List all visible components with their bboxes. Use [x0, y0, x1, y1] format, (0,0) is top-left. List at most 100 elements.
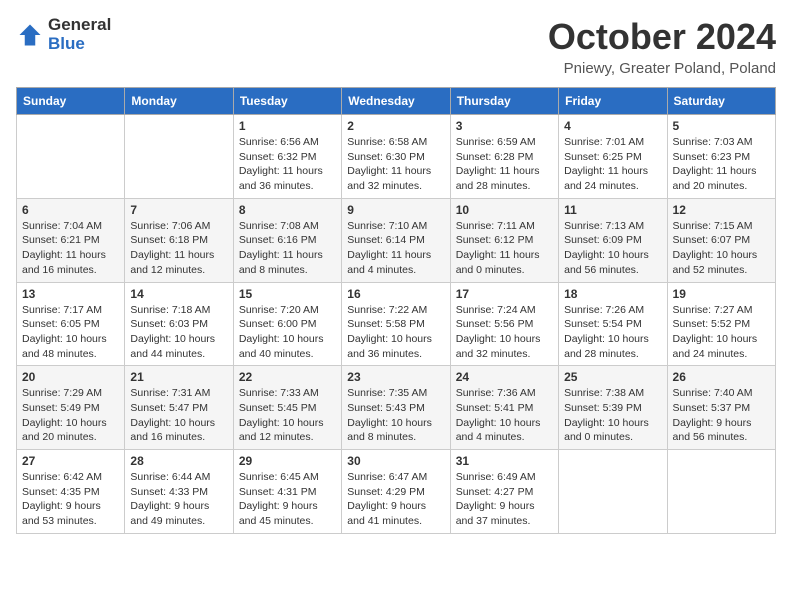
day-detail: Sunrise: 7:11 AM Sunset: 6:12 PM Dayligh…: [456, 219, 553, 278]
calendar-cell: 22 Sunrise: 7:33 AM Sunset: 5:45 PM Dayli…: [233, 366, 341, 450]
calendar-cell: 2 Sunrise: 6:58 AM Sunset: 6:30 PM Daylig…: [342, 115, 450, 199]
calendar-cell: 3 Sunrise: 6:59 AM Sunset: 6:28 PM Daylig…: [450, 115, 558, 199]
day-detail: Sunrise: 7:01 AM Sunset: 6:25 PM Dayligh…: [564, 135, 661, 194]
day-detail: Sunrise: 7:15 AM Sunset: 6:07 PM Dayligh…: [673, 219, 770, 278]
calendar-cell: 6Sunrise: 7:04 AM Sunset: 6:21 PM Daylig…: [17, 198, 125, 282]
day-number: 15: [239, 287, 336, 301]
calendar-cell: 19Sunrise: 7:27 AM Sunset: 5:52 PM Dayli…: [667, 282, 775, 366]
day-detail: Sunrise: 7:40 AM Sunset: 5:37 PM Dayligh…: [673, 386, 770, 445]
day-number: 27: [22, 454, 119, 468]
calendar-cell: 12 Sunrise: 7:15 AM Sunset: 6:07 PM Dayli…: [667, 198, 775, 282]
calendar-cell: 8 Sunrise: 7:08 AM Sunset: 6:16 PM Daylig…: [233, 198, 341, 282]
calendar-cell: 18 Sunrise: 7:26 AM Sunset: 5:54 PM Dayli…: [559, 282, 667, 366]
calendar-cell: 23 Sunrise: 7:35 AM Sunset: 5:43 PM Dayli…: [342, 366, 450, 450]
day-number: 3: [456, 119, 553, 133]
calendar-table: SundayMondayTuesdayWednesdayThursdayFrid…: [16, 87, 776, 534]
weekday-header: Friday: [559, 88, 667, 115]
weekday-header: Thursday: [450, 88, 558, 115]
calendar-cell: 10 Sunrise: 7:11 AM Sunset: 6:12 PM Dayli…: [450, 198, 558, 282]
day-detail: Sunrise: 6:58 AM Sunset: 6:30 PM Dayligh…: [347, 135, 444, 194]
calendar-cell: 5 Sunrise: 7:03 AM Sunset: 6:23 PM Daylig…: [667, 115, 775, 199]
day-number: 14: [130, 287, 227, 301]
logo-icon: [16, 21, 44, 49]
page-header: General Blue October 2024 Pniewy, Greate…: [16, 16, 776, 77]
day-number: 31: [456, 454, 553, 468]
day-number: 10: [456, 203, 553, 217]
day-detail: Sunrise: 7:36 AM Sunset: 5:41 PM Dayligh…: [456, 386, 553, 445]
calendar-cell: 16 Sunrise: 7:22 AM Sunset: 5:58 PM Dayli…: [342, 282, 450, 366]
day-number: 5: [673, 119, 770, 133]
day-number: 7: [130, 203, 227, 217]
day-detail: Sunrise: 6:59 AM Sunset: 6:28 PM Dayligh…: [456, 135, 553, 194]
calendar-cell: 20 Sunrise: 7:29 AM Sunset: 5:49 PM Dayli…: [17, 366, 125, 450]
weekday-header: Tuesday: [233, 88, 341, 115]
calendar-cell: 13 Sunrise: 7:17 AM Sunset: 6:05 PM Dayli…: [17, 282, 125, 366]
logo-blue: Blue: [48, 35, 111, 54]
logo: General Blue: [16, 16, 111, 53]
day-number: 12: [673, 203, 770, 217]
day-number: 28: [130, 454, 227, 468]
calendar-cell: 30Sunrise: 6:47 AM Sunset: 4:29 PM Dayli…: [342, 450, 450, 534]
day-number: 11: [564, 203, 661, 217]
calendar-cell: 26Sunrise: 7:40 AM Sunset: 5:37 PM Dayli…: [667, 366, 775, 450]
day-detail: Sunrise: 7:31 AM Sunset: 5:47 PM Dayligh…: [130, 386, 227, 445]
calendar-cell: 11 Sunrise: 7:13 AM Sunset: 6:09 PM Dayli…: [559, 198, 667, 282]
day-detail: Sunrise: 7:20 AM Sunset: 6:00 PM Dayligh…: [239, 303, 336, 362]
calendar-cell: 27 Sunrise: 6:42 AM Sunset: 4:35 PM Dayli…: [17, 450, 125, 534]
calendar-cell: 7 Sunrise: 7:06 AM Sunset: 6:18 PM Daylig…: [125, 198, 233, 282]
day-number: 8: [239, 203, 336, 217]
day-number: 17: [456, 287, 553, 301]
calendar-cell: 31Sunrise: 6:49 AM Sunset: 4:27 PM Dayli…: [450, 450, 558, 534]
day-detail: Sunrise: 7:26 AM Sunset: 5:54 PM Dayligh…: [564, 303, 661, 362]
location: Pniewy, Greater Poland, Poland: [548, 60, 776, 77]
month-title: October 2024: [548, 16, 776, 58]
calendar-cell: [125, 115, 233, 199]
weekday-header: Wednesday: [342, 88, 450, 115]
calendar-cell: 17Sunrise: 7:24 AM Sunset: 5:56 PM Dayli…: [450, 282, 558, 366]
day-detail: Sunrise: 7:27 AM Sunset: 5:52 PM Dayligh…: [673, 303, 770, 362]
day-detail: Sunrise: 6:42 AM Sunset: 4:35 PM Dayligh…: [22, 470, 119, 529]
calendar-cell: [17, 115, 125, 199]
day-detail: Sunrise: 7:35 AM Sunset: 5:43 PM Dayligh…: [347, 386, 444, 445]
title-block: October 2024 Pniewy, Greater Poland, Pol…: [548, 16, 776, 77]
logo-general: General: [48, 16, 111, 35]
day-detail: Sunrise: 7:13 AM Sunset: 6:09 PM Dayligh…: [564, 219, 661, 278]
day-detail: Sunrise: 7:29 AM Sunset: 5:49 PM Dayligh…: [22, 386, 119, 445]
day-number: 6: [22, 203, 119, 217]
calendar-cell: [559, 450, 667, 534]
calendar-cell: 9 Sunrise: 7:10 AM Sunset: 6:14 PM Daylig…: [342, 198, 450, 282]
day-number: 24: [456, 370, 553, 384]
day-number: 23: [347, 370, 444, 384]
day-number: 16: [347, 287, 444, 301]
day-detail: Sunrise: 7:22 AM Sunset: 5:58 PM Dayligh…: [347, 303, 444, 362]
day-number: 13: [22, 287, 119, 301]
day-number: 21: [130, 370, 227, 384]
day-detail: Sunrise: 7:38 AM Sunset: 5:39 PM Dayligh…: [564, 386, 661, 445]
calendar-cell: 15 Sunrise: 7:20 AM Sunset: 6:00 PM Dayli…: [233, 282, 341, 366]
day-number: 9: [347, 203, 444, 217]
day-number: 30: [347, 454, 444, 468]
day-detail: Sunrise: 7:17 AM Sunset: 6:05 PM Dayligh…: [22, 303, 119, 362]
day-detail: Sunrise: 7:03 AM Sunset: 6:23 PM Dayligh…: [673, 135, 770, 194]
calendar-cell: 28 Sunrise: 6:44 AM Sunset: 4:33 PM Dayli…: [125, 450, 233, 534]
day-detail: Sunrise: 7:10 AM Sunset: 6:14 PM Dayligh…: [347, 219, 444, 278]
day-number: 25: [564, 370, 661, 384]
day-detail: Sunrise: 6:44 AM Sunset: 4:33 PM Dayligh…: [130, 470, 227, 529]
weekday-header: Sunday: [17, 88, 125, 115]
calendar-cell: 21 Sunrise: 7:31 AM Sunset: 5:47 PM Dayli…: [125, 366, 233, 450]
day-detail: Sunrise: 7:06 AM Sunset: 6:18 PM Dayligh…: [130, 219, 227, 278]
calendar-cell: 24 Sunrise: 7:36 AM Sunset: 5:41 PM Dayli…: [450, 366, 558, 450]
day-number: 20: [22, 370, 119, 384]
day-detail: Sunrise: 6:56 AM Sunset: 6:32 PM Dayligh…: [239, 135, 336, 194]
day-number: 18: [564, 287, 661, 301]
day-number: 2: [347, 119, 444, 133]
day-number: 22: [239, 370, 336, 384]
calendar-cell: 4Sunrise: 7:01 AM Sunset: 6:25 PM Daylig…: [559, 115, 667, 199]
weekday-header: Saturday: [667, 88, 775, 115]
calendar-cell: 29Sunrise: 6:45 AM Sunset: 4:31 PM Dayli…: [233, 450, 341, 534]
day-detail: Sunrise: 7:18 AM Sunset: 6:03 PM Dayligh…: [130, 303, 227, 362]
calendar-cell: 25 Sunrise: 7:38 AM Sunset: 5:39 PM Dayli…: [559, 366, 667, 450]
day-detail: Sunrise: 7:33 AM Sunset: 5:45 PM Dayligh…: [239, 386, 336, 445]
day-detail: Sunrise: 7:08 AM Sunset: 6:16 PM Dayligh…: [239, 219, 336, 278]
logo-text: General Blue: [48, 16, 111, 53]
